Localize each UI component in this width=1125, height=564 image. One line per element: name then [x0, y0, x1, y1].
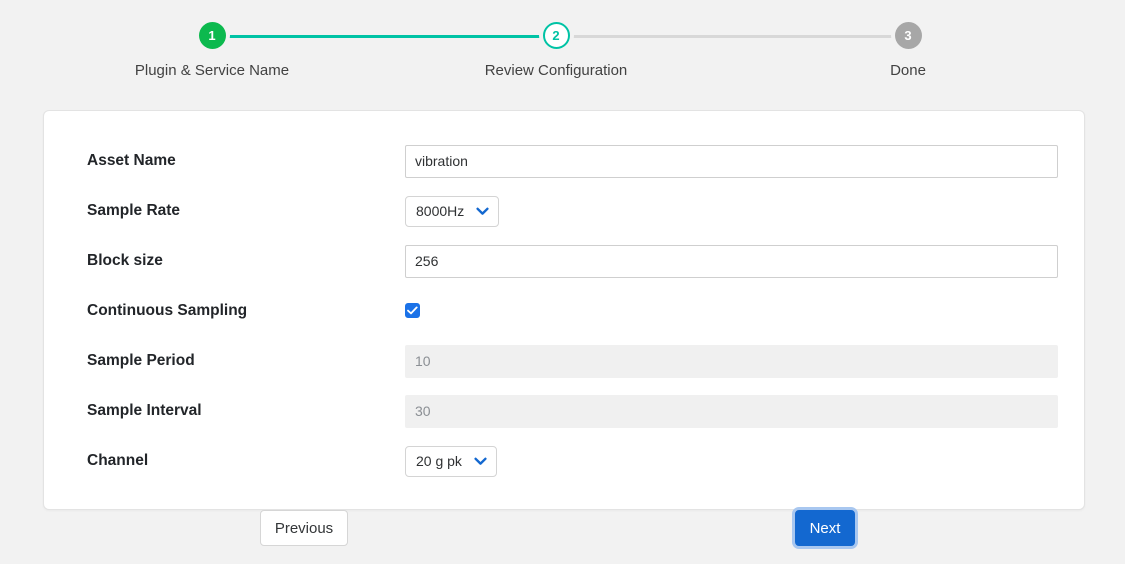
stepper-step-2[interactable]: 2 Review Configuration	[476, 22, 636, 79]
stepper-bubble-2: 2	[543, 22, 570, 49]
stepper-label-3: Done	[828, 62, 988, 79]
next-button[interactable]: Next	[795, 510, 855, 546]
stepper-step-3[interactable]: 3 Done	[828, 22, 988, 79]
form-row-sample-rate: Sample Rate 8000Hz	[65, 191, 1063, 231]
form-row-sample-period: Sample Period	[65, 341, 1063, 381]
sample-rate-value: 8000Hz	[416, 203, 464, 219]
sample-rate-control: 8000Hz	[405, 196, 1063, 227]
form-row-sample-interval: Sample Interval	[65, 391, 1063, 431]
asset-name-control	[405, 145, 1063, 178]
sample-interval-input	[405, 395, 1058, 428]
sample-interval-control	[405, 395, 1063, 428]
channel-value: 20 g pk	[416, 453, 462, 469]
block-size-label: Block size	[65, 252, 405, 270]
stepper-label-1: Plugin & Service Name	[132, 62, 292, 79]
block-size-control	[405, 245, 1063, 278]
form-row-continuous-sampling: Continuous Sampling	[65, 291, 1063, 331]
continuous-sampling-checkbox[interactable]	[405, 303, 420, 318]
form-row-asset-name: Asset Name	[65, 141, 1063, 181]
continuous-sampling-control	[405, 302, 1063, 320]
check-icon	[407, 306, 418, 315]
form-row-channel: Channel 20 g pk	[65, 441, 1063, 481]
stepper-bubble-3: 3	[895, 22, 922, 49]
sample-rate-select[interactable]: 8000Hz	[405, 196, 499, 227]
stepper-label-2: Review Configuration	[476, 62, 636, 79]
chevron-down-icon	[474, 457, 487, 466]
form-row-block-size: Block size	[65, 241, 1063, 281]
sample-period-control	[405, 345, 1063, 378]
sample-rate-label: Sample Rate	[65, 202, 405, 220]
asset-name-label: Asset Name	[65, 152, 405, 170]
wizard-footer: Previous Next	[0, 510, 1125, 552]
channel-select[interactable]: 20 g pk	[405, 446, 497, 477]
stepper-step-1[interactable]: 1 Plugin & Service Name	[132, 22, 292, 79]
asset-name-input[interactable]	[405, 145, 1058, 178]
sample-interval-label: Sample Interval	[65, 402, 405, 420]
wizard-stepper: 1 Plugin & Service Name 2 Review Configu…	[0, 0, 1125, 92]
channel-control: 20 g pk	[405, 446, 1063, 477]
chevron-down-icon	[476, 207, 489, 216]
stepper-bubble-1: 1	[199, 22, 226, 49]
continuous-sampling-label: Continuous Sampling	[65, 302, 405, 320]
sample-period-input	[405, 345, 1058, 378]
sample-period-label: Sample Period	[65, 352, 405, 370]
previous-button[interactable]: Previous	[260, 510, 348, 546]
channel-label: Channel	[65, 452, 405, 470]
configuration-card: Asset Name Sample Rate 8000Hz Block size…	[43, 110, 1085, 510]
block-size-input[interactable]	[405, 245, 1058, 278]
